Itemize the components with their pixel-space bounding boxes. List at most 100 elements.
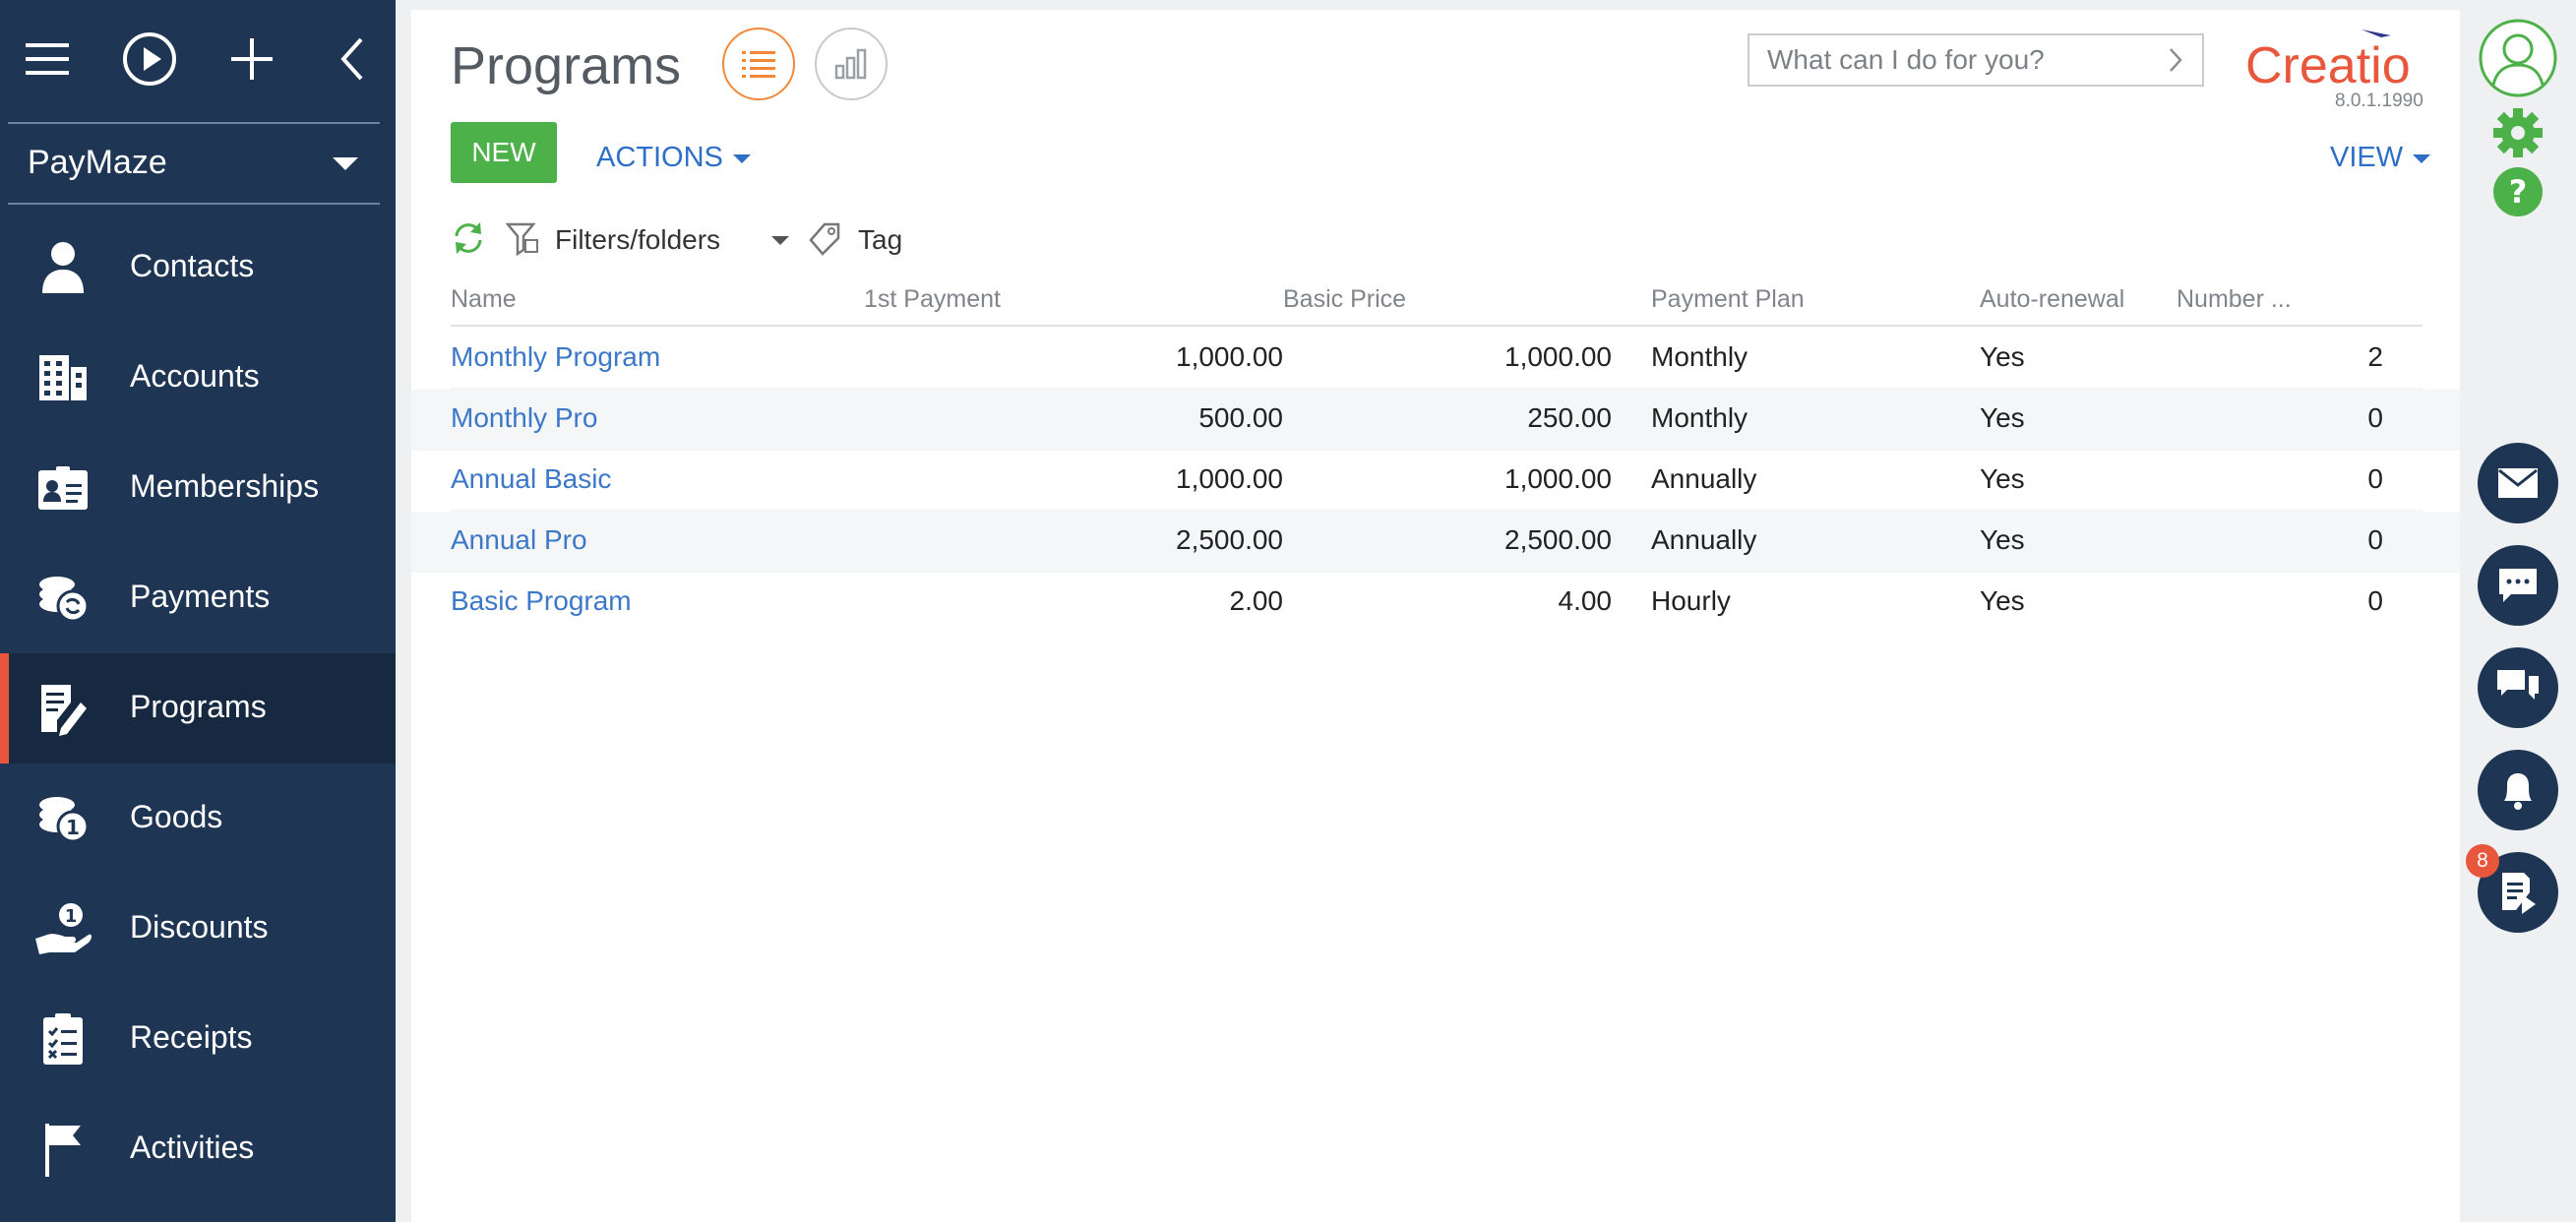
- cell-payment-plan: Monthly: [1651, 341, 1748, 372]
- spacer: [2383, 571, 2423, 632]
- analytics-view-toggle[interactable]: [815, 28, 888, 100]
- workspace-selector[interactable]: PayMaze: [8, 122, 380, 205]
- notifications-button[interactable]: [2478, 750, 2558, 830]
- view-label: VIEW: [2330, 142, 2404, 173]
- spacer: [1612, 326, 1651, 388]
- notification-count-badge: 8: [2466, 844, 2499, 878]
- spacer: [2383, 510, 2423, 571]
- column-header-name[interactable]: Name: [451, 274, 864, 327]
- programs-table: Name 1st Payment Basic Price Payment Pla…: [451, 274, 2423, 632]
- spacer: [1612, 571, 1651, 632]
- envelope-icon: [2498, 468, 2538, 498]
- cell-first-payment: 500.00: [864, 388, 1283, 449]
- page-title: Programs: [451, 36, 682, 95]
- cell-number: 0: [2177, 388, 2383, 449]
- cell-number: 2: [2367, 341, 2383, 372]
- cell-basic-price: 1,000.00: [1504, 463, 1612, 494]
- gear-icon[interactable]: [2491, 106, 2545, 159]
- column-header-first-payment[interactable]: 1st Payment: [864, 274, 1283, 327]
- table-row[interactable]: Annual Pro 2,500.00 2,500.00 Annually Ye…: [451, 510, 2423, 571]
- email-button[interactable]: [2478, 443, 2558, 523]
- id-card-icon: [31, 457, 94, 519]
- document-play-icon: [2502, 873, 2536, 914]
- sidebar-item-label: Discounts: [130, 909, 269, 945]
- sidebar-item-memberships[interactable]: Memberships: [0, 433, 396, 543]
- feed-button[interactable]: [2478, 647, 2558, 728]
- record-link[interactable]: Monthly Pro: [451, 402, 597, 433]
- tag-button[interactable]: Tag: [858, 224, 902, 256]
- menu-icon[interactable]: [6, 18, 89, 100]
- right-rail: ? 8: [2460, 0, 2576, 1222]
- table-row[interactable]: Annual Basic 1,000.00 1,000.00 Annually …: [451, 449, 2423, 510]
- cell-first-payment: 1,000.00: [1176, 341, 1283, 372]
- sidebar-item-discounts[interactable]: 1 Discounts: [0, 874, 396, 984]
- sidebar-item-label: Receipts: [130, 1019, 253, 1055]
- column-header-auto-renewal[interactable]: Auto-renewal: [1980, 274, 2177, 327]
- workspace-label: PayMaze: [28, 144, 167, 181]
- filter-icon[interactable]: [506, 220, 541, 256]
- collapse-chevron-icon[interactable]: [311, 18, 394, 100]
- sidebar-item-receipts[interactable]: Receipts: [0, 984, 396, 1094]
- list-view-toggle[interactable]: [722, 28, 795, 100]
- record-link[interactable]: Annual Pro: [451, 524, 587, 555]
- table-row[interactable]: Monthly Pro 500.00 250.00 Monthly Yes 0: [451, 388, 2423, 449]
- cell-auto-renewal: Yes: [1980, 341, 2025, 372]
- add-icon[interactable]: [211, 18, 293, 100]
- refresh-icon[interactable]: [451, 220, 486, 256]
- sidebar-item-label: Goods: [130, 799, 223, 834]
- sidebar-item-label: Payments: [130, 579, 271, 614]
- spacer: [1612, 388, 1651, 449]
- record-link[interactable]: Basic Program: [451, 585, 632, 616]
- caret-down-icon: [732, 153, 751, 163]
- user-profile-icon[interactable]: [2478, 18, 2558, 98]
- tag-icon[interactable]: [807, 220, 842, 256]
- search-input[interactable]: [1749, 35, 2161, 85]
- spacer: [2383, 388, 2423, 449]
- column-header-payment-plan[interactable]: Payment Plan: [1651, 274, 1980, 327]
- table-row[interactable]: Basic Program 2.00 4.00 Hourly Yes 0: [451, 571, 2423, 632]
- conversation-icon: [2497, 670, 2539, 700]
- spacer: [1612, 510, 1651, 571]
- sidebar-item-programs[interactable]: Programs: [0, 653, 396, 764]
- cell-number: 0: [2367, 463, 2383, 494]
- bell-icon: [2504, 773, 2532, 810]
- chevron-right-icon[interactable]: [2161, 45, 2190, 75]
- caret-down-icon[interactable]: [771, 236, 789, 245]
- person-icon: [31, 236, 94, 299]
- svg-text:1: 1: [65, 906, 78, 927]
- record-link[interactable]: Annual Basic: [451, 463, 611, 494]
- sidebar-item-goods[interactable]: 1 Goods: [0, 764, 396, 874]
- cell-first-payment: 2,500.00: [864, 510, 1283, 571]
- command-search[interactable]: [1748, 33, 2204, 87]
- flag-icon: [31, 1118, 94, 1181]
- column-header-basic-price[interactable]: Basic Price: [1283, 274, 1612, 327]
- cell-basic-price: 2,500.00: [1283, 510, 1612, 571]
- spacer: [2383, 449, 2423, 510]
- sidebar-item-payments[interactable]: Payments: [0, 543, 396, 653]
- filters-folders-button[interactable]: Filters/folders: [555, 224, 720, 256]
- caret-down-icon: [2413, 153, 2431, 163]
- edit-document-icon: [31, 677, 94, 740]
- sidebar-item-label: Accounts: [130, 358, 260, 394]
- help-icon[interactable]: ?: [2491, 165, 2545, 218]
- chat-button[interactable]: [2478, 545, 2558, 626]
- process-play-icon[interactable]: [108, 18, 191, 100]
- sidebar-item-accounts[interactable]: Accounts: [0, 323, 396, 433]
- actions-dropdown[interactable]: ACTIONS: [596, 142, 751, 174]
- spacer: [1612, 274, 1651, 327]
- sidebar-item-label: Contacts: [130, 248, 255, 283]
- view-dropdown[interactable]: VIEW: [2330, 142, 2431, 174]
- column-header-number[interactable]: Number ...: [2177, 274, 2383, 327]
- cell-auto-renewal: Yes: [1980, 388, 2177, 449]
- new-button[interactable]: NEW: [451, 122, 557, 183]
- version-label: 8.0.1.1990: [2335, 91, 2423, 111]
- chevron-down-icon: [333, 157, 358, 170]
- record-link[interactable]: Monthly Program: [451, 341, 660, 372]
- cell-auto-renewal: Yes: [1980, 510, 2177, 571]
- coins-one-icon: 1: [31, 787, 94, 850]
- sidebar-item-activities[interactable]: Activities: [0, 1094, 396, 1204]
- sidebar-item-contacts[interactable]: Contacts: [0, 213, 396, 323]
- table-row[interactable]: Monthly Program 1,000.00 1,000.00 Monthl…: [451, 326, 2423, 388]
- cell-payment-plan: Annually: [1651, 510, 1980, 571]
- list-icon: [742, 51, 775, 78]
